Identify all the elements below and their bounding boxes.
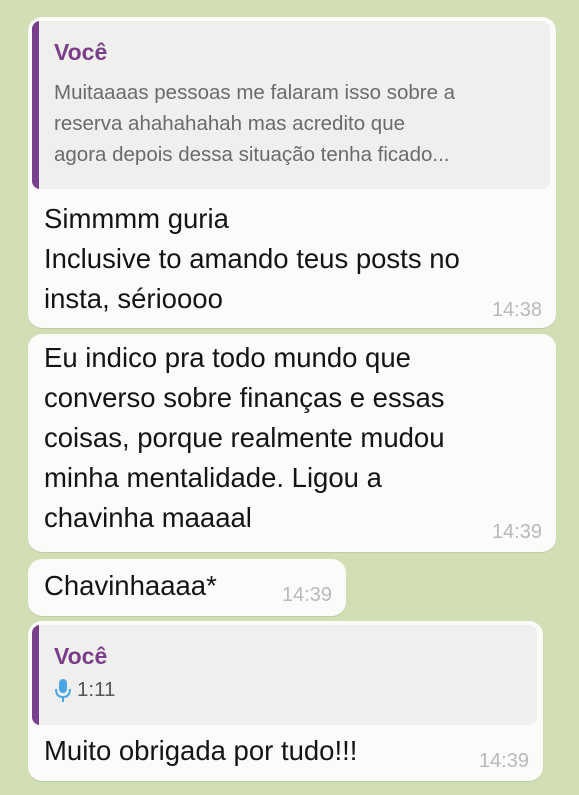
message-bubble[interactable]: Você Muitaaaas pessoas me falaram isso s… (28, 17, 556, 328)
message-time: 14:38 (491, 299, 542, 321)
message-text: Chavinhaaaa* (44, 570, 217, 601)
quoted-voice-message[interactable]: Você 1:11 (32, 625, 537, 725)
microphone-icon (55, 679, 71, 702)
message-time: 14:39 (478, 750, 529, 772)
quote-text: Muitaaaas pessoas me falaram isso sobre … (54, 81, 456, 166)
message-bubble[interactable]: Chavinhaaaa* 14:39 (28, 559, 346, 616)
quote-accent-bar (32, 21, 39, 189)
message-text: Eu indico pra todo mundo que converso so… (44, 342, 445, 533)
message-bubble[interactable]: Você 1:11 Muito obrigada por tudo!!! 14:… (28, 621, 543, 781)
quote-author: Você (54, 39, 108, 65)
quote-author: Você (54, 643, 108, 669)
message-time: 14:39 (281, 584, 332, 606)
quoted-message[interactable]: Você Muitaaaas pessoas me falaram isso s… (32, 21, 550, 189)
voice-note-duration: 1:11 (77, 678, 116, 701)
message-bubble[interactable]: Eu indico pra todo mundo que converso so… (28, 334, 556, 552)
message-time: 14:39 (491, 521, 542, 543)
message-text: Simmmm guria Inclusive to amando teus po… (44, 203, 460, 314)
quote-accent-bar (32, 625, 39, 725)
voice-note-info: 1:11 (54, 677, 115, 703)
message-text: Muito obrigada por tudo!!! (44, 735, 358, 766)
